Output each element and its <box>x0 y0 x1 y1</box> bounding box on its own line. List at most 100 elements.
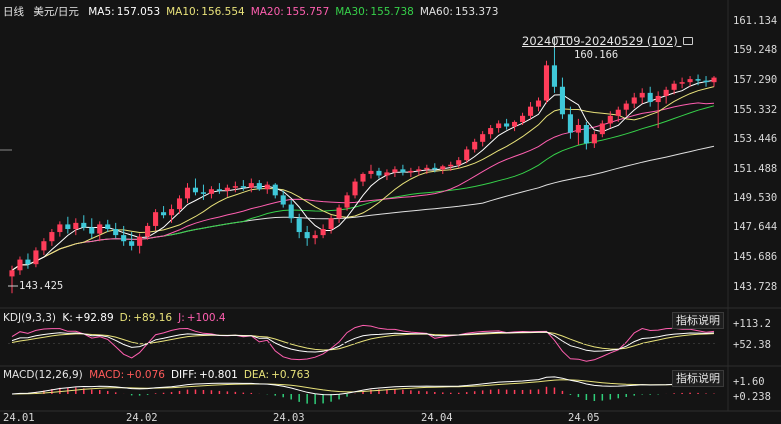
range-label: 20240109-20240529 (102) <box>522 34 694 48</box>
ma30-line <box>11 105 715 271</box>
candle-body <box>376 170 382 176</box>
candle-body <box>240 186 246 188</box>
candle-body <box>121 235 127 242</box>
price-tick: 151.488 <box>733 162 778 175</box>
candle-body <box>456 160 462 165</box>
candle-body <box>328 218 334 229</box>
candle-body <box>105 224 111 229</box>
candle-body <box>543 65 550 101</box>
kdj-title: KDJ(9,3,3) <box>3 312 56 324</box>
kdj-value: +89.16 <box>133 312 173 324</box>
candle-body <box>264 184 270 190</box>
candle-body <box>65 224 71 229</box>
kdj-label: K: <box>62 312 73 324</box>
candle-body <box>192 187 199 193</box>
candle-body <box>360 173 366 182</box>
kdj-value: +92.89 <box>74 312 114 324</box>
candle-body <box>711 77 717 83</box>
candle-body <box>113 228 119 236</box>
candle-body <box>496 123 502 129</box>
candle-body <box>671 83 677 90</box>
candle-body <box>272 184 278 196</box>
candle-body <box>400 169 406 173</box>
candle-body <box>280 195 286 205</box>
candle-body <box>137 236 143 246</box>
candle-body <box>57 224 63 233</box>
candle-body <box>208 189 214 194</box>
price-tick: 149.530 <box>733 192 778 205</box>
macd-diff: DIFF: +0.801 <box>171 369 238 381</box>
candle-body <box>200 192 207 194</box>
macd-header: MACD(12,26,9) MACD: +0.076 DIFF: +0.801 DEA:… <box>3 369 322 381</box>
candle-body <box>81 222 87 228</box>
candle-body <box>408 170 414 173</box>
candle-body <box>153 212 159 226</box>
high-marker-value: 160.166 <box>574 49 619 61</box>
candle-body <box>89 227 95 234</box>
candle-body <box>344 195 350 208</box>
candle-body <box>176 198 183 210</box>
candle-body <box>216 189 222 191</box>
candle-body <box>464 149 470 161</box>
time-tick: 24.05 <box>568 412 600 424</box>
candle-body <box>599 123 605 135</box>
candle-body <box>527 106 534 116</box>
candle-body <box>145 225 151 237</box>
candle-body <box>17 259 23 271</box>
candle-body <box>384 172 390 176</box>
kdj-info-button[interactable]: 指标说明 <box>672 312 724 329</box>
candle-body <box>256 183 262 190</box>
kdj-label: J: <box>178 312 185 324</box>
price-tick: 157.290 <box>733 73 778 86</box>
price-tick: 143.728 <box>733 281 778 294</box>
time-tick: 24.02 <box>126 412 158 424</box>
candle-body <box>591 134 597 144</box>
candle-body <box>559 86 565 115</box>
price-tick: 153.446 <box>733 132 778 145</box>
candle-body <box>575 124 581 133</box>
macd-label: MACD: <box>89 369 125 381</box>
macd-axis-bottom: +0.238 <box>733 391 771 403</box>
candle-body <box>248 183 254 188</box>
candle-body <box>25 259 31 265</box>
candle-body <box>296 218 302 233</box>
kdj-axis-top: +113.2 <box>733 318 771 330</box>
macd-label: DIFF: <box>170 369 197 381</box>
candle-body <box>615 109 621 116</box>
time-tick: 24.03 <box>273 412 305 424</box>
kdj-value: +100.4 <box>186 312 226 324</box>
macd-dea: DEA: +0.763 <box>244 369 310 381</box>
candle-body <box>232 186 238 188</box>
time-tick: 24.04 <box>421 412 453 424</box>
candle-body <box>368 170 374 174</box>
candle-body <box>73 222 79 229</box>
price-tick: 159.248 <box>733 43 778 56</box>
candle-body <box>49 232 55 242</box>
candle-body <box>312 235 318 239</box>
candle-body <box>161 212 167 216</box>
candlestick-chart[interactable] <box>0 0 781 424</box>
kdj-j: J: +100.4 <box>178 312 226 324</box>
candle-body <box>663 89 669 96</box>
kdj-d: D: +89.16 <box>120 312 172 324</box>
macd-title: MACD(12,26,9) <box>3 369 83 381</box>
kdj-header: KDJ(9,3,3) K: +92.89 D: +89.16 J: +100.4 <box>3 312 238 324</box>
candle-body <box>567 114 573 133</box>
candle-body <box>551 65 558 87</box>
candle-body <box>129 241 135 246</box>
candle-body <box>336 207 342 219</box>
lock-icon[interactable] <box>683 37 694 45</box>
candle-body <box>416 169 422 171</box>
candle-body <box>440 166 446 170</box>
low-marker: 143.425 <box>19 280 63 292</box>
candle-body <box>392 169 398 173</box>
macd-info-button[interactable]: 指标说明 <box>672 370 724 387</box>
kdj-label: D: <box>119 312 132 324</box>
price-tick: 147.644 <box>733 221 778 234</box>
macd-value: +0.076 <box>126 369 165 381</box>
range-text: 20240109-20240529 (102) <box>522 34 678 48</box>
macd-values: MACD: +0.076 DIFF: +0.801 DEA: +0.763 <box>89 369 316 381</box>
candle-body <box>623 103 629 110</box>
candle-body <box>504 123 510 127</box>
time-tick: 24.01 <box>3 412 35 424</box>
